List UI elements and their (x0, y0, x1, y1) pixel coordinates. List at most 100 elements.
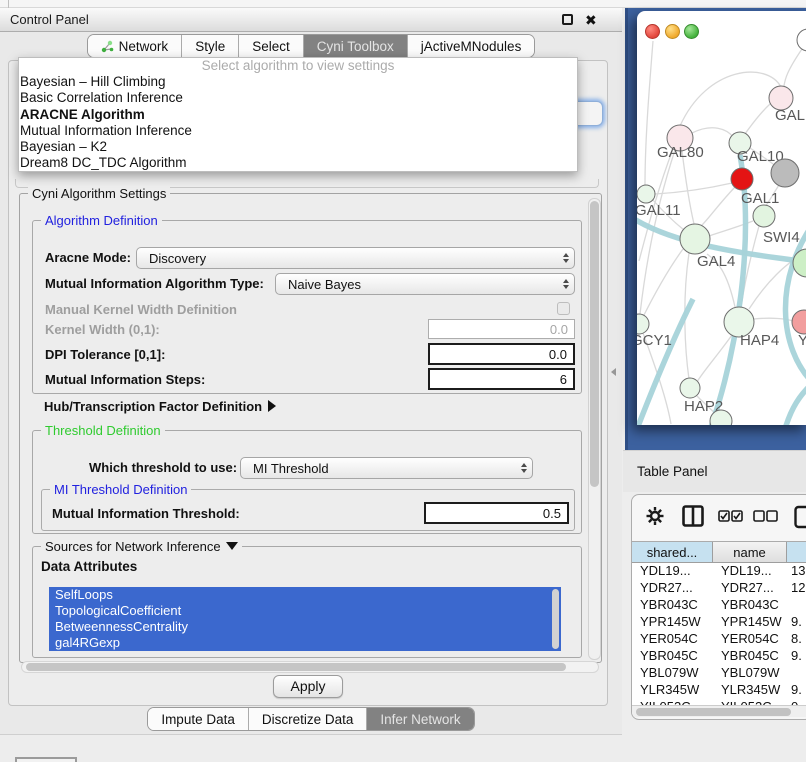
attribute-list-item[interactable]: BetweennessCentrality (49, 619, 561, 635)
algorithm-option[interactable]: ARACNE Algorithm (19, 107, 577, 123)
tab-select[interactable]: Select (239, 35, 304, 57)
list-scrollbar[interactable] (551, 589, 560, 649)
bottom-tab-infer-network[interactable]: Infer Network (367, 708, 473, 730)
network-node[interactable] (731, 168, 753, 190)
checked-checkboxes-icon[interactable] (718, 510, 743, 522)
algorithm-dropdown-placeholder: Select algorithm to view settings (19, 58, 577, 74)
table-cell: YLR345W (713, 682, 787, 699)
data-attributes-label: Data Attributes (41, 559, 137, 574)
which-threshold-combobox[interactable]: MI Threshold (240, 457, 533, 479)
network-edge (700, 187, 735, 227)
tab-jactivemnodules[interactable]: jActiveMNodules (408, 35, 535, 57)
table-cell: YBR043C (713, 597, 787, 614)
column-header-1[interactable]: shared... (632, 542, 713, 562)
bottom-tab-impute-data[interactable]: Impute Data (148, 708, 249, 730)
mi-steps-label: Mutual Information Steps: (45, 372, 205, 387)
table-cell: YBR045C (632, 648, 713, 665)
table-row[interactable]: YLR345WYLR345W9. (632, 682, 806, 699)
threshold-definition-title: Threshold Definition (41, 423, 165, 438)
table-file-icon[interactable] (794, 505, 806, 529)
node-label-gal4: GAL4 (697, 253, 735, 270)
attribute-list-item[interactable]: gal4RGexp (49, 635, 561, 651)
data-attributes-list[interactable]: SelfLoopsTopologicalCoefficientBetweenne… (49, 587, 561, 651)
algorithm-option[interactable]: Mutual Information Inference (19, 123, 577, 139)
tab-style[interactable]: Style (182, 35, 239, 57)
kernel-width-field[interactable]: 0.0 (428, 319, 575, 339)
combo-stepper-icon (516, 458, 532, 478)
split-pane-grip[interactable] (611, 368, 616, 376)
settings-horizontal-scrollbar[interactable] (21, 661, 599, 673)
tab-label: Impute Data (161, 712, 235, 727)
attribute-list-item[interactable]: TopologicalCoefficient (49, 603, 561, 619)
mi-threshold-field[interactable]: 0.5 (424, 502, 569, 524)
split-columns-icon[interactable] (682, 505, 704, 527)
table-row[interactable]: YBR045CYBR045C9. (632, 648, 806, 665)
table-cell: YBL079W (713, 665, 787, 682)
apply-button[interactable]: Apply (273, 675, 343, 698)
minimized-panel-fragment (15, 757, 77, 762)
tab-label: Network (119, 39, 169, 54)
table-row[interactable]: YBR043CYBR043C (632, 597, 806, 614)
dpi-tolerance-field[interactable]: 0.0 (428, 343, 575, 365)
table-cell: 8. (787, 631, 806, 648)
sources-group: Sources for Network Inference Data Attri… (32, 546, 582, 658)
cyni-algorithm-settings-group: Cyni Algorithm Settings Algorithm Defini… (19, 193, 602, 663)
float-window-icon[interactable] (562, 14, 573, 25)
network-node-gal4[interactable] (680, 224, 710, 254)
algorithm-option[interactable]: Basic Correlation Inference (19, 90, 577, 106)
mi-steps-field[interactable]: 6 (428, 368, 575, 390)
table-cell (787, 597, 806, 614)
network-edge (682, 151, 694, 224)
close-window-icon[interactable]: ✖ (585, 14, 597, 26)
algorithm-option[interactable]: Bayesian – K2 (19, 139, 577, 155)
bottom-tab-discretize-data[interactable]: Discretize Data (249, 708, 368, 730)
dpi-tolerance-label: DPI Tolerance [0,1]: (45, 347, 165, 362)
network-view-window[interactable]: GALGAL80GAL10GAL1GAL11SWI4GAL4GCY1HAP4YH… (637, 11, 806, 425)
sources-group-title[interactable]: Sources for Network Inference (41, 539, 242, 554)
table-row[interactable]: YBL079WYBL079W (632, 665, 806, 682)
table-cell: YPR145W (713, 614, 787, 631)
tab-cyni-toolbox[interactable]: Cyni Toolbox (304, 35, 408, 57)
hub-definition-expander[interactable]: Hub/Transcription Factor Definition (44, 399, 276, 414)
table-rows: YDL19...YDL19...13YDR27...YDR27...12YBR0… (632, 563, 806, 705)
table-row[interactable]: YDR27...YDR27...12 (632, 580, 806, 597)
mi-algorithm-type-combobox[interactable]: Naive Bayes (275, 273, 575, 295)
collapse-down-arrow-icon (226, 542, 238, 550)
table-row[interactable]: YPR145WYPR145W9. (632, 614, 806, 631)
node-label-gal80: GAL80 (657, 144, 704, 161)
table-cell: YPR145W (632, 614, 713, 631)
network-node-y[interactable] (792, 310, 806, 334)
node-label-gal1: GAL1 (741, 190, 779, 207)
table-row[interactable]: YDL19...YDL19...13 (632, 563, 806, 580)
network-node-hap2[interactable] (680, 378, 700, 398)
network-edge (744, 104, 770, 135)
column-header-3[interactable] (787, 542, 806, 562)
gear-icon[interactable] (645, 505, 665, 527)
which-threshold-value: MI Threshold (253, 461, 516, 476)
table-row[interactable]: YER054CYER054C8. (632, 631, 806, 648)
network-graph-canvas[interactable]: GALGAL80GAL10GAL1GAL11SWI4GAL4GCY1HAP4YH… (637, 11, 806, 425)
table-horizontal-scrollbar[interactable] (632, 705, 806, 717)
tab-label: Discretize Data (262, 712, 354, 727)
algorithm-option[interactable]: Bayesian – Hill Climbing (19, 74, 577, 90)
combo-stepper-icon (558, 274, 574, 294)
algorithm-option[interactable]: Dream8 DC_TDC Algorithm (19, 155, 577, 171)
mi-threshold-group: MI Threshold Definition Mutual Informati… (41, 489, 575, 531)
column-header-2[interactable]: name (713, 542, 787, 562)
manual-kernel-checkbox[interactable] (557, 302, 570, 315)
node-label-swi4: SWI4 (763, 229, 800, 246)
network-node-gal1[interactable] (753, 205, 775, 227)
table-toolbar (632, 495, 806, 539)
network-node-gal11[interactable] (637, 185, 655, 203)
network-node[interactable] (797, 29, 806, 51)
aracne-mode-combobox[interactable]: Discovery (136, 247, 575, 269)
attribute-list-item[interactable]: SelfLoops (49, 587, 561, 603)
table-cell: YBR045C (713, 648, 787, 665)
tab-label: jActiveMNodules (421, 39, 522, 54)
settings-vertical-scrollbar[interactable] (588, 198, 601, 660)
tab-network[interactable]: Network (88, 35, 183, 57)
network-node-gcy1[interactable] (637, 314, 649, 334)
unchecked-checkboxes-icon[interactable] (753, 510, 778, 522)
network-node[interactable] (771, 159, 799, 187)
node-label-gal: GAL (775, 107, 805, 124)
